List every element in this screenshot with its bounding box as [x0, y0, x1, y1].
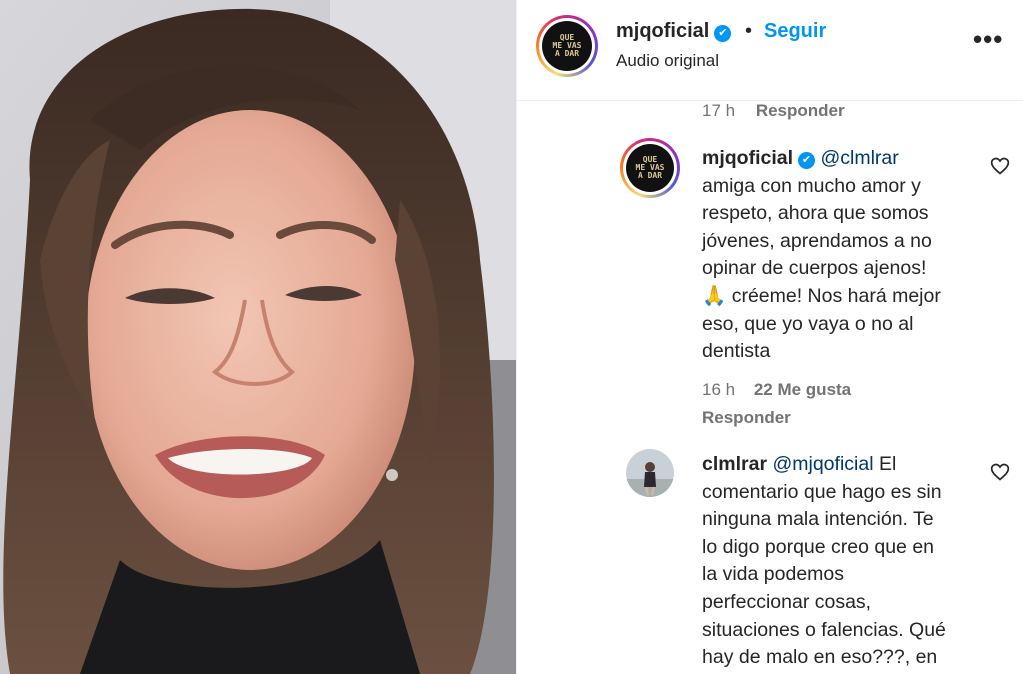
verified-badge-icon: ✔ [714, 25, 732, 42]
header-username[interactable]: mjqoficial ✔ [616, 20, 732, 43]
more-options-icon[interactable]: ••• [973, 26, 1003, 52]
post-side-panel: QUE ME VAS A DAR mjqoficial ✔ • Seguir Au… [516, 0, 1023, 674]
comment-time: 17 h [702, 101, 736, 120]
comment-line: lo digo porque creo que en [702, 535, 935, 558]
comment-meta: 16 h 22 Me gusta [702, 380, 851, 400]
comment-line: 🙏 créeme! Nos hará mejor [702, 284, 941, 307]
heart-icon[interactable] [990, 462, 1010, 482]
header-username-text[interactable]: mjqoficial [616, 20, 709, 42]
reel-video[interactable] [0, 0, 516, 674]
comment-line: situaciones o falencias. Qué [702, 618, 946, 641]
comment-line: respeto, ahora que somos [702, 202, 929, 225]
comment-username[interactable]: mjqoficial [702, 147, 793, 169]
avatar-photo-image [626, 449, 674, 497]
heart-icon[interactable] [990, 156, 1010, 176]
video-frame-image [0, 0, 516, 674]
comment-line: hay de malo en eso???, en [702, 646, 938, 669]
comment-body: clmlrar @mjqoficial El comentario que ha… [702, 451, 992, 672]
comment-line: ninguna mala intención. Te [702, 508, 934, 531]
comment-line: jóvenes, aprendamos a no [702, 229, 932, 252]
comment-avatar-ring[interactable]: QUE ME VAS A DAR [620, 138, 680, 198]
comment-line: El [878, 453, 897, 475]
reply-button[interactable]: Responder [756, 101, 845, 120]
profile-avatar: QUE ME VAS A DAR [542, 21, 592, 71]
comment-body: mjqoficial ✔ @clmlrar amiga con mucho amo… [702, 145, 992, 366]
comment-mention[interactable]: @mjqoficial [772, 453, 873, 475]
prev-comment-meta: 17 h Responder [702, 101, 845, 121]
separator-dot: • [745, 20, 753, 42]
likes-count[interactable]: 22 Me gusta [754, 380, 851, 399]
comment-username[interactable]: clmlrar [702, 453, 767, 475]
comment-line: comentario que hago es sin [702, 480, 942, 503]
comment-line: la vida podemos [702, 563, 845, 586]
comment-mention[interactable]: @clmlrar [820, 147, 898, 169]
comment-avatar[interactable] [626, 449, 674, 497]
comment-line: amiga con mucho amor y [702, 174, 921, 197]
reply-button[interactable]: Responder [702, 408, 791, 427]
comment-line: opinar de cuerpos ajenos! [702, 257, 927, 280]
comment-line: perfeccionar cosas, [702, 590, 872, 613]
verified-badge-icon: ✔ [798, 152, 816, 169]
follow-button[interactable]: Seguir [764, 20, 826, 43]
avatar-logo-text: A DAR [554, 49, 580, 58]
comment-time: 16 h [702, 380, 736, 399]
comment-line: dentista [702, 340, 771, 363]
avatar-logo-text: A DAR [637, 171, 663, 180]
post-header: QUE ME VAS A DAR mjqoficial ✔ • Seguir Au… [517, 0, 1023, 101]
audio-link[interactable]: Audio original [616, 51, 719, 71]
comment-avatar: QUE ME VAS A DAR [626, 144, 674, 192]
comment-reply-row: Responder [702, 408, 791, 428]
comment-line: eso, que yo vaya o no al [702, 312, 914, 335]
story-ring[interactable]: QUE ME VAS A DAR [536, 15, 598, 77]
